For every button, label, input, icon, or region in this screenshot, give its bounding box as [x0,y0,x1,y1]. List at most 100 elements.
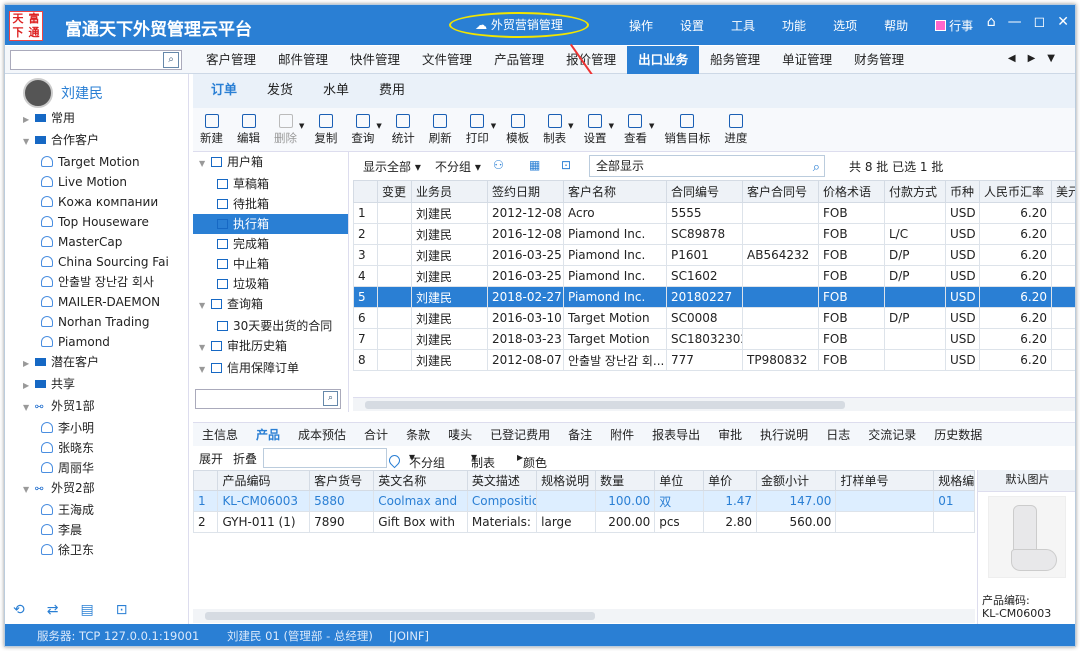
folder-item[interactable]: 完成箱 [193,234,348,254]
expand-arrow-icon[interactable]: ▶ [23,354,35,374]
toolbar-button[interactable]: 查询 [344,108,381,151]
folder-item[interactable]: 中止箱 [193,254,348,274]
search-icon[interactable]: ⌕ [163,52,179,68]
column-header[interactable]: 合同编号 [666,180,743,203]
column-header[interactable]: 金额小计 [756,470,837,491]
dropdown-arrow-icon[interactable]: ▼ [568,122,573,130]
scroll-left-icon[interactable]: ◀ [1008,53,1028,64]
orders-hscrollbar[interactable] [353,397,1075,411]
column-header[interactable]: 业务员 [411,180,488,203]
show-filter-dropdown[interactable]: 显示全部 ▾ [363,158,421,175]
dropdown-arrow-icon[interactable]: ▼ [649,122,654,130]
group-dropdown[interactable]: 不分组 ▾ [435,158,481,175]
dropdown-arrow-icon[interactable]: ▼ [491,122,496,130]
sync-icon[interactable]: ⟲ [13,602,25,618]
table-row[interactable]: 1 KL-CM06003 5880 Coolmax and Compositio 100.… [192,490,975,512]
table-row[interactable]: 3 刘建民 2016-03-25 Piamond Inc. P1601 AB564232 F… [353,244,1075,266]
detail-tab[interactable]: 成本预估 [298,423,346,447]
folder-item[interactable]: ▼ 审批历史箱 [193,336,348,358]
tree-item[interactable]: ▶ 共享 [23,374,169,396]
detail-tab[interactable]: 主信息 [202,423,238,447]
toolbar-button[interactable]: 销售目标 [657,108,717,151]
tree-item[interactable]: 周丽华 [23,458,169,478]
expand-arrow-icon[interactable]: ▼ [199,296,211,316]
product-image[interactable] [988,496,1066,578]
expand-arrow-icon[interactable]: ▶ [23,110,35,130]
detail-tab[interactable]: 报表导出 [652,423,700,447]
column-header[interactable]: 币种 [945,180,980,203]
sidebar-search-input[interactable]: ⌕ [10,50,182,70]
tree-item[interactable]: Piamond [23,332,169,352]
sub-tab[interactable]: 费用 [379,74,405,108]
toolbar-button[interactable]: 打印 [459,108,496,151]
products-hscrollbar[interactable] [193,609,975,623]
column-header[interactable]: 美元 [1051,180,1075,203]
toolbar-button[interactable]: 进度 [717,108,754,151]
table-row[interactable]: 2 GYH-011 (1) 7890 Gift Box with Materials: l… [192,511,975,533]
dropdown-arrow-icon[interactable]: ▼ [299,122,304,130]
list-icon[interactable]: ▤ [80,602,93,618]
folder-item[interactable]: 待批箱 [193,194,348,214]
column-header[interactable]: 单价 [703,470,758,491]
detail-tab[interactable]: 条款 [406,423,430,447]
folder-item[interactable]: ▼ 查询箱 [193,294,348,316]
tree-item[interactable]: Top Houseware [23,212,169,232]
detail-tab[interactable]: 执行说明 [760,423,808,447]
module-tab[interactable]: 客户管理 [195,46,267,74]
tree-item[interactable]: Norhan Trading [23,312,169,332]
user-profile[interactable]: 刘建民 [23,78,103,108]
toolbar-button[interactable]: 复制 [307,108,344,151]
menu-functions[interactable]: 功能 [782,17,806,34]
tree-item[interactable]: ▼ ⚯ 外贸2部 [23,478,169,500]
folder-item[interactable]: ▼ 用户箱 [193,152,348,174]
column-header[interactable]: 人民币汇率 [979,180,1052,203]
column-header[interactable] [192,470,219,491]
column-header[interactable]: 价格术语 [818,180,885,203]
column-header[interactable]: 客户名称 [563,180,667,203]
tree-item[interactable]: ▼ ⚯ 外贸1部 [23,396,169,418]
column-header[interactable]: 打样单号 [835,470,935,491]
expand-arrow-icon[interactable]: ▼ [23,398,35,418]
menu-operation[interactable]: 操作 [629,17,653,34]
folder-item[interactable]: 草稿箱 [193,174,348,194]
module-tab[interactable]: 产品管理 [483,46,555,74]
menu-dropdown-icon[interactable]: ▼ [1047,53,1067,64]
table-row[interactable]: 6 刘建民 2016-03-10 Target Motion SC0008 FOB D/P U… [353,307,1075,329]
sub-tab[interactable]: 水单 [323,74,349,108]
module-tab[interactable]: 文件管理 [411,46,483,74]
folder-search-input[interactable]: ⌕ [195,389,341,409]
tree-item[interactable]: MAILER-DAEMON [23,292,169,312]
table-row[interactable]: 8 刘建民 2012-08-07 안출발 장난감 회... 777 TP980832 FOB… [353,349,1075,371]
column-header[interactable]: 签约日期 [487,180,564,203]
collapse-button[interactable]: 折叠 [233,450,257,467]
column-header[interactable]: 规格编 [933,470,975,491]
tree-item[interactable]: 안출발 장난감 회사 [23,272,169,292]
detail-table-dropdown[interactable]: 制表 ▾ [471,450,495,470]
grid-view-icon[interactable]: ▦ [529,158,540,172]
detail-group-dropdown[interactable]: 不分组 ▾ [409,450,445,470]
column-header[interactable]: 英文名称 [373,470,468,491]
detail-search-input[interactable] [263,448,387,468]
tree-item[interactable]: MasterCap [23,232,169,252]
column-header[interactable]: 数量 [595,470,656,491]
tree-item[interactable]: ▶ 潜在客户 [23,352,169,374]
toolbar-button[interactable]: 刷新 [422,108,459,151]
color-dropdown[interactable]: ▸ 颜色 [517,450,547,470]
tree-item[interactable]: ▶ 常用 [23,108,169,130]
toolbar-button[interactable]: 编辑 [230,108,267,151]
module-tab[interactable]: 财务管理 [843,46,915,74]
toolbar-button[interactable]: 制表 [536,108,573,151]
home-icon[interactable]: ⌂ [987,14,996,30]
minimize-icon[interactable]: — [1008,14,1022,30]
module-tab[interactable]: 单证管理 [771,46,843,74]
folder-item[interactable]: 30天要出货的合同 [193,316,348,336]
toolbar-button[interactable]: 统计 [385,108,422,151]
table-row[interactable]: 5 刘建民 2018-02-27 Piamond Inc. 20180227 FOB USD… [353,286,1075,308]
detail-tab[interactable]: 审批 [718,423,742,447]
folder-item[interactable]: ▼ 信用保障订单 [193,358,348,380]
column-header[interactable]: 规格说明 [536,470,597,491]
tree-item[interactable]: ▼ 合作客户 [23,130,169,152]
tree-item[interactable]: Target Motion [23,152,169,172]
tree-item[interactable]: Кожа компании [23,192,169,212]
tree-item[interactable]: Live Motion [23,172,169,192]
